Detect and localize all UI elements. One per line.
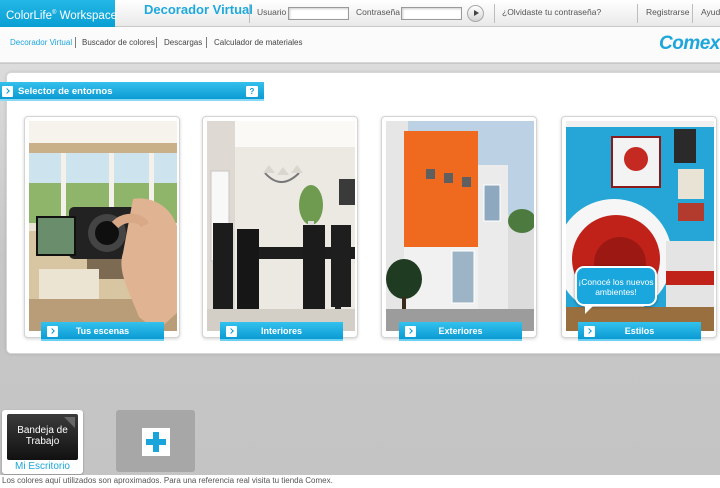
divider [692,4,693,23]
sub-nav: Decorador Virtual Buscador de colores De… [0,27,720,63]
help-link[interactable]: Ayuda [701,7,720,17]
mi-escritorio-label: Mi Escritorio [14,461,70,472]
color-disclaimer: Los colores aquí utilizados son aproxima… [0,475,720,488]
bandeja-de-trabajo-thumbnail: Bandeja de Trabajo [7,414,78,460]
nav-divider [75,37,76,48]
plus-icon [142,428,170,456]
nav-divider [156,37,157,48]
nav-divider [206,37,207,48]
house-exterior-scene-image [386,121,534,331]
divider [637,4,638,23]
brand-logo[interactable]: ColorLife® Workspace [0,0,117,27]
divider [494,4,495,23]
mi-escritorio-tile[interactable]: Bandeja de Trabajo Mi Escritorio [2,410,83,474]
password-field[interactable] [401,7,462,20]
tus-escenas-button[interactable]: Tus escenas [41,322,164,341]
username-field[interactable] [288,7,349,20]
password-label: Contraseña [356,7,400,17]
scene-card-exteriores[interactable] [381,116,537,338]
nav-descargas[interactable]: Descargas [164,38,202,47]
register-link[interactable]: Registrarse [646,7,689,17]
camera-scene-image [29,121,177,331]
user-label: Usuario [257,7,287,17]
add-workspace-button[interactable] [116,410,195,472]
scene-card-tus-escenas[interactable] [24,116,180,338]
chevron-right-icon [2,86,13,97]
new-environments-bubble[interactable]: ¡Conocé los nuevos ambientes! [575,266,657,314]
nav-decorador-virtual[interactable]: Decorador Virtual [10,38,72,47]
selector-title: Selector de entornos [0,82,264,101]
dining-room-scene-image [207,121,355,331]
app-title: Decorador Virtual [144,2,253,17]
forgot-password-link[interactable]: ¿Olvidaste tu contraseña? [502,7,601,17]
divider [249,4,250,23]
interiores-button[interactable]: Interiores [220,322,343,341]
estilos-button[interactable]: Estilos [578,322,701,341]
nav-buscador-de-colores[interactable]: Buscador de colores [82,38,155,47]
exteriores-button[interactable]: Exteriores [399,322,522,341]
comex-logo[interactable]: Comex [659,33,720,55]
scene-card-interiores[interactable] [202,116,358,338]
login-go-button[interactable] [467,5,484,22]
help-icon[interactable]: ? [246,86,258,97]
top-bar: ColorLife® Workspace Decorador Virtual U… [0,0,720,27]
nav-calculador-de-materiales[interactable]: Calculador de materiales [214,38,303,47]
